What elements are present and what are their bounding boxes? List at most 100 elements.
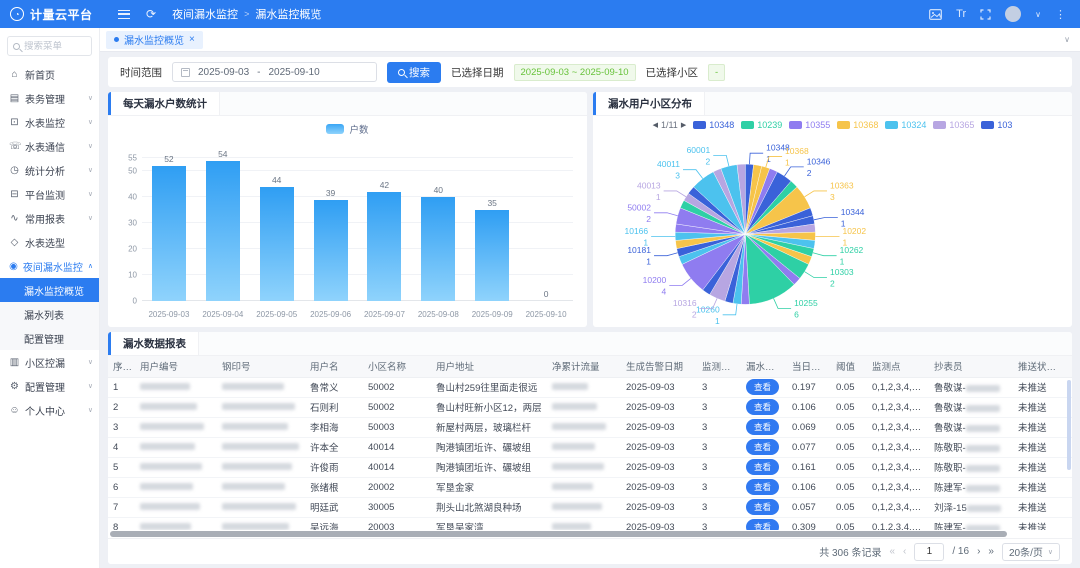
bar[interactable]: [260, 187, 294, 301]
pie-svg: 1034811036811034621036331034411020211026…: [593, 116, 1072, 327]
view-detail-button[interactable]: 查看: [746, 499, 779, 515]
sidebar-item-stats[interactable]: ◷统计分析∨: [0, 158, 99, 182]
sidebar-item-monitor[interactable]: ⊡水表监控∨: [0, 110, 99, 134]
date-start-value[interactable]: 2025-09-03: [198, 67, 249, 78]
pie-legend-item[interactable]: 10368: [837, 120, 878, 130]
table-cell: 吴远海: [305, 517, 363, 530]
sidebar-search[interactable]: [7, 36, 92, 56]
user-menu-chevron-icon[interactable]: ∨: [1035, 10, 1041, 19]
sidebar-item-platform[interactable]: ⊟平台监测∨: [0, 182, 99, 206]
page-number-input[interactable]: [914, 543, 944, 561]
pie-legend-item[interactable]: 10324: [885, 120, 926, 130]
table-cell: 0.05: [831, 497, 867, 517]
bar-plot-area: 0102030405055525444394240350: [142, 158, 573, 301]
scrollbar-thumb[interactable]: [110, 531, 1007, 537]
legend-prev-icon[interactable]: ◀: [653, 121, 658, 129]
view-detail-button[interactable]: 查看: [746, 479, 779, 495]
bar-slot: 44: [250, 158, 304, 301]
pie-label-value: 6: [794, 310, 799, 320]
table-cell: 陈敬职-: [929, 457, 1013, 477]
fullscreen-icon[interactable]: [980, 9, 991, 20]
menu-collapse-icon[interactable]: [118, 10, 130, 19]
sidebar-subitem[interactable]: 漏水列表: [0, 302, 99, 326]
column-header: 阈值: [831, 356, 867, 377]
sidebar-item-meter[interactable]: ▤表务管理∨: [0, 86, 99, 110]
pie-label-value: 3: [830, 192, 835, 202]
view-detail-button[interactable]: 查看: [746, 399, 779, 415]
bar[interactable]: [421, 197, 455, 301]
sidebar-item-config[interactable]: ⚙配置管理∨: [0, 374, 99, 398]
pie-legend-item[interactable]: 10355: [789, 120, 830, 130]
view-detail-button[interactable]: 查看: [746, 459, 779, 475]
more-options-icon[interactable]: ⋮: [1055, 8, 1066, 21]
sidebar-item-report[interactable]: ∿常用报表∨: [0, 206, 99, 230]
date-range-input[interactable]: 2025-09-03 - 2025-09-10: [172, 62, 377, 82]
table-row: 7明廷武30005荆头山北煞湖良种场2025-09-033查看0.0570.05…: [108, 497, 1072, 517]
sidebar-item-district[interactable]: ▥小区控漏∨: [0, 350, 99, 374]
table-cell: [547, 397, 621, 417]
brand-name: 计量云平台: [30, 6, 93, 23]
tab-close-icon[interactable]: ×: [189, 34, 195, 45]
date-end-value[interactable]: 2025-09-10: [269, 67, 320, 78]
pie-legend-item[interactable]: 10365: [933, 120, 974, 130]
selected-area-tag: -: [708, 64, 725, 81]
search-button[interactable]: 搜索: [387, 62, 441, 83]
stats-icon: ◷: [9, 165, 20, 176]
prev-page-icon[interactable]: ‹: [903, 546, 906, 557]
bar[interactable]: [314, 200, 348, 301]
bar[interactable]: [206, 161, 240, 301]
view-detail-button[interactable]: 查看: [746, 439, 779, 455]
pie-label-value: 1: [643, 238, 648, 248]
bar-chart-legend[interactable]: 户数: [108, 122, 587, 136]
translate-icon[interactable]: Tr: [956, 8, 966, 20]
next-page-icon[interactable]: ›: [977, 546, 980, 557]
user-avatar[interactable]: [1005, 6, 1021, 22]
bar[interactable]: [152, 166, 186, 301]
filter-icon[interactable]: ▼: [1059, 365, 1066, 372]
column-header: 推送状态▼: [1013, 356, 1067, 377]
table-vertical-scrollbar[interactable]: [1067, 380, 1071, 470]
refresh-icon[interactable]: ⟳: [146, 7, 156, 21]
pie-label-line: [805, 272, 827, 278]
table-cell: 鲁敬谋-: [929, 417, 1013, 437]
table-cell: 4: [108, 437, 135, 457]
page-size-select[interactable]: 20条/页 ∨: [1002, 543, 1060, 561]
sidebar-item-user[interactable]: ☺个人中心∨: [0, 398, 99, 422]
view-detail-button[interactable]: 查看: [746, 379, 779, 395]
legend-swatch: [693, 121, 706, 129]
chevron-up-icon: ∧: [88, 262, 93, 270]
sidebar-item-label: 小区控漏: [25, 355, 83, 370]
pie-legend-item[interactable]: 103: [981, 120, 1012, 130]
first-page-icon[interactable]: «: [889, 546, 895, 557]
sidebar-item-select[interactable]: ◇水表选型: [0, 230, 99, 254]
legend-next-icon[interactable]: ▶: [681, 121, 686, 129]
tab-leak-overview[interactable]: 漏水监控概览 ×: [106, 31, 203, 49]
table-horizontal-scrollbar[interactable]: [108, 530, 1072, 538]
bar[interactable]: [367, 192, 401, 301]
x-axis-tick: 2025-09-04: [196, 310, 250, 319]
tabbar-dropdown-icon[interactable]: ∨: [1064, 35, 1074, 44]
sidebar-subitem[interactable]: 配置管理: [0, 326, 99, 350]
table-row: 6张绪根20002军垦金家2025-09-033查看0.1060.050,1,2…: [108, 477, 1072, 497]
view-detail-button[interactable]: 查看: [746, 519, 779, 530]
table-cell: 0.197: [787, 377, 831, 397]
selected-date-label: 已选择日期: [451, 65, 504, 80]
screenshot-icon[interactable]: [929, 9, 942, 20]
sidebar-item-comm[interactable]: ☏水表通信∨: [0, 134, 99, 158]
sidebar-item-leak[interactable]: ◉夜间漏水监控∧: [0, 254, 99, 278]
sidebar-item-home[interactable]: ⌂新首页: [0, 62, 99, 86]
pie-label-value: 2: [807, 168, 812, 178]
bar[interactable]: [475, 210, 509, 301]
table-cell: 40014: [363, 437, 431, 457]
table-cell: [135, 497, 217, 517]
pie-legend-item[interactable]: 10239: [741, 120, 782, 130]
table-cell: 陶港镇团坵许、碾坡组: [431, 437, 547, 457]
menu-search-input[interactable]: [24, 41, 82, 52]
breadcrumb-parent[interactable]: 夜间漏水监控: [172, 6, 238, 22]
table-cell: 查看: [741, 417, 787, 437]
sidebar-subitem[interactable]: 漏水监控概览: [0, 278, 99, 302]
pie-legend-item[interactable]: 10348: [693, 120, 734, 130]
last-page-icon[interactable]: »: [988, 546, 994, 557]
report-icon: ∿: [9, 213, 20, 224]
view-detail-button[interactable]: 查看: [746, 419, 779, 435]
